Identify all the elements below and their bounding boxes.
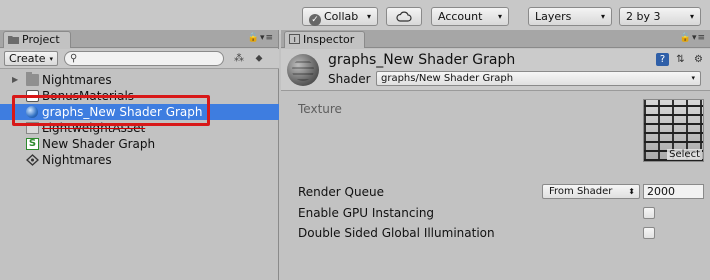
folder-icon (26, 72, 39, 86)
expand-arrow-icon[interactable]: ▶ (12, 72, 18, 88)
cloud-button[interactable] (386, 7, 422, 26)
filter-by-type-icon[interactable]: ⁂ (232, 52, 246, 65)
search-input[interactable]: ⚲ (64, 51, 224, 66)
double-sided-gi-label: Double Sided Global Illumination (298, 226, 495, 240)
collab-button[interactable]: ✓ Collab ▾ (302, 7, 378, 26)
project-tabbar: Project 🔒▾≡ (0, 30, 278, 48)
collab-label: Collab (324, 10, 359, 23)
unity-scene-icon (26, 154, 39, 166)
tab-project-label: Project (22, 33, 60, 46)
inspector-panel: Inspector 🔒▾≡ graphs_New Shader Graph Sh… (281, 30, 710, 280)
chevron-down-icon: ▾ (49, 55, 53, 63)
chevron-down-icon: ▾ (691, 74, 695, 82)
chevron-down-icon: ▾ (689, 12, 694, 21)
folder-icon (8, 36, 19, 44)
tree-item-nightmares-folder[interactable]: ▶ Nightmares (0, 72, 279, 88)
gpu-instancing-label: Enable GPU Instancing (298, 206, 435, 220)
account-label: Account (438, 10, 483, 23)
render-queue-value-field[interactable]: 2000 (643, 184, 704, 199)
tree-item-label: Nightmares (42, 153, 112, 167)
texture-select-button[interactable]: Select (667, 149, 702, 160)
tab-project[interactable]: Project (3, 31, 71, 48)
tab-inspector[interactable]: Inspector (284, 31, 366, 48)
material-title: graphs_New Shader Graph (328, 52, 516, 68)
preset-sliders-icon[interactable]: ⇅ (674, 53, 687, 66)
updown-arrows-icon: ⬍ (628, 187, 635, 196)
filter-by-label-icon[interactable]: ⬥ (252, 52, 266, 65)
panel-menu-icon[interactable]: 🔒▾≡ (680, 33, 706, 43)
account-dropdown[interactable]: Account ▾ (431, 7, 509, 26)
check-icon: ✓ (309, 14, 321, 26)
render-queue-label: Render Queue (298, 185, 384, 199)
double-sided-gi-checkbox[interactable] (643, 227, 655, 239)
search-icon: ⚲ (70, 53, 78, 64)
main-toolbar: ✓ Collab ▾ Account ▾ Layers ▾ 2 by 3 ▾ (0, 0, 710, 34)
layers-label: Layers (535, 10, 572, 23)
gear-icon[interactable]: ⚙ (692, 53, 705, 66)
gpu-instancing-checkbox[interactable] (643, 207, 655, 219)
shader-graph-icon: S (26, 138, 39, 150)
create-label: Create (9, 52, 46, 65)
texture-label: Texture (298, 102, 342, 116)
layout-dropdown[interactable]: 2 by 3 ▾ (619, 7, 701, 26)
project-toolbar: Create ▾ ⚲ ⁂ ⬥ (0, 49, 279, 69)
cloud-icon (396, 11, 412, 22)
tree-item-new-shader-graph[interactable]: S New Shader Graph (0, 136, 279, 152)
tree-item-label: Nightmares (42, 73, 112, 87)
texture-slot[interactable]: Select (643, 99, 704, 162)
tree-item-nightmares-scene[interactable]: Nightmares (0, 152, 279, 168)
material-preview-icon (287, 54, 319, 86)
render-queue-mode: From Shader (549, 186, 613, 197)
tree-item-label: New Shader Graph (42, 137, 156, 151)
panel-menu-icon[interactable]: 🔒▾≡ (248, 33, 274, 43)
chevron-down-icon: ▾ (600, 12, 605, 21)
layout-label: 2 by 3 (626, 10, 661, 23)
shader-label: Shader (328, 72, 371, 86)
shader-value: graphs/New Shader Graph (381, 73, 514, 84)
material-header: graphs_New Shader Graph Shader graphs/Ne… (281, 49, 710, 91)
project-panel: Project 🔒▾≡ Create ▾ ⚲ ⁂ ⬥ ▶ Nightmares … (0, 30, 279, 280)
highlight-box (12, 95, 210, 126)
layers-dropdown[interactable]: Layers ▾ (528, 7, 612, 26)
tab-inspector-label: Inspector (303, 33, 355, 46)
chevron-down-icon: ▾ (497, 12, 502, 21)
chevron-down-icon: ▾ (366, 12, 371, 21)
help-book-icon[interactable]: ? (656, 53, 669, 66)
render-queue-dropdown[interactable]: From Shader ⬍ (542, 184, 640, 199)
shader-dropdown[interactable]: graphs/New Shader Graph ▾ (376, 71, 701, 86)
create-button[interactable]: Create ▾ (4, 51, 58, 66)
info-icon (289, 34, 300, 44)
inspector-tabbar: Inspector 🔒▾≡ (281, 30, 710, 48)
